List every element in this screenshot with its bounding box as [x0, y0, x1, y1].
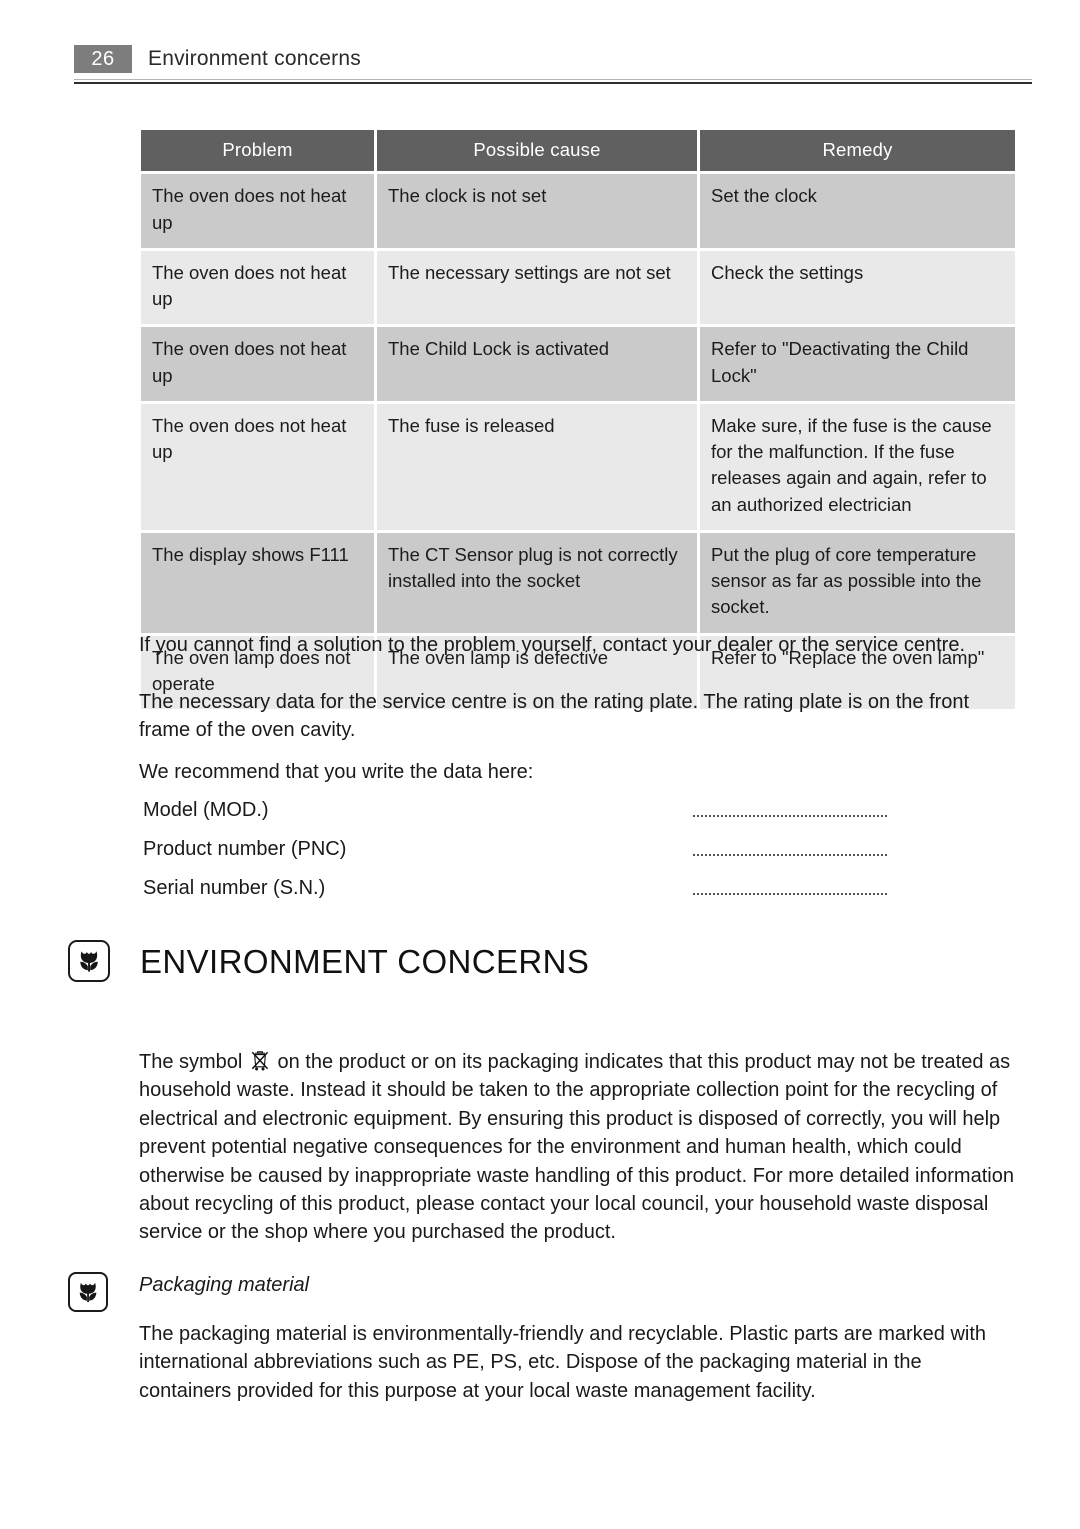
table-row: The oven does not heat up The necessary … — [141, 250, 1015, 325]
packaging-material-heading: Packaging material — [139, 1274, 310, 1296]
cell-cause: The Child Lock is activated — [377, 327, 697, 401]
troubleshooting-table: Problem Possible cause Remedy The oven d… — [138, 127, 1018, 712]
cell-problem: The oven does not heat up — [141, 250, 374, 325]
header-rule-thick — [74, 82, 1032, 84]
cell-cause: The fuse is released — [377, 403, 697, 530]
paragraph-rating-plate: The necessary data for the service centr… — [139, 691, 970, 742]
field-row-serial: Serial number (S.N.) — [143, 873, 1013, 912]
cell-cause: The CT Sensor plug is not correctly inst… — [377, 532, 697, 633]
field-label-pnc: Product number (PNC) — [143, 838, 347, 860]
cell-remedy: Put the plug of core temperature sensor … — [700, 532, 1015, 633]
field-dotted-line-model[interactable] — [692, 815, 888, 817]
header-rule-thin — [74, 79, 1032, 80]
cell-remedy: Refer to "Deactivating the Child Lock" — [700, 327, 1015, 401]
paragraph-write-data: We recommend that you write the data her… — [139, 761, 534, 783]
paragraph-contact-dealer: If you cannot find a solution to the pro… — [139, 634, 966, 656]
page-header: 26 Environment concerns — [0, 0, 1080, 92]
field-dotted-line-serial[interactable] — [692, 893, 888, 895]
column-header-possible-cause: Possible cause — [377, 130, 697, 172]
column-header-remedy: Remedy — [700, 130, 1015, 172]
weee-text-before: The symbol — [139, 1051, 243, 1073]
page-number: 26 — [74, 45, 132, 73]
field-row-pnc: Product number (PNC) — [143, 834, 1013, 873]
crossed-out-wheelie-bin-icon — [250, 1050, 270, 1072]
field-label-serial: Serial number (S.N.) — [143, 877, 326, 899]
section-heading-environment-concerns: ENVIRONMENT CONCERNS — [68, 940, 1028, 992]
table-row: The oven does not heat up The fuse is re… — [141, 403, 1015, 530]
cell-problem: The display shows F111 — [141, 532, 374, 633]
cell-cause: The necessary settings are not set — [377, 250, 697, 325]
table-header-row: Problem Possible cause Remedy — [141, 130, 1015, 172]
service-data-fields: Model (MOD.) Product number (PNC) Serial… — [143, 795, 1013, 912]
cell-cause: The clock is not set — [377, 174, 697, 248]
column-header-problem: Problem — [141, 130, 374, 172]
tulip-icon — [68, 940, 110, 982]
table-row: The oven does not heat up The Child Lock… — [141, 327, 1015, 401]
cell-problem: The oven does not heat up — [141, 174, 374, 248]
cell-remedy: Check the settings — [700, 250, 1015, 325]
cell-remedy: Make sure, if the fuse is the cause for … — [700, 403, 1015, 530]
cell-problem: The oven does not heat up — [141, 403, 374, 530]
paragraph-weee: The symbol on the product or on its pack… — [139, 1048, 1019, 1247]
field-dotted-line-pnc[interactable] — [692, 854, 888, 856]
page-header-title: Environment concerns — [148, 47, 361, 70]
field-row-model: Model (MOD.) — [143, 795, 1013, 834]
weee-text-after: on the product or on its packaging indic… — [139, 1051, 1014, 1244]
table-row: The display shows F111 The CT Sensor plu… — [141, 532, 1015, 633]
table-row: The oven does not heat up The clock is n… — [141, 174, 1015, 248]
field-label-model: Model (MOD.) — [143, 799, 269, 821]
section-title: ENVIRONMENT CONCERNS — [140, 943, 590, 980]
tulip-icon — [68, 1272, 108, 1312]
paragraph-packaging-material: The packaging material is environmentall… — [139, 1323, 987, 1402]
cell-remedy: Set the clock — [700, 174, 1015, 248]
cell-problem: The oven does not heat up — [141, 327, 374, 401]
